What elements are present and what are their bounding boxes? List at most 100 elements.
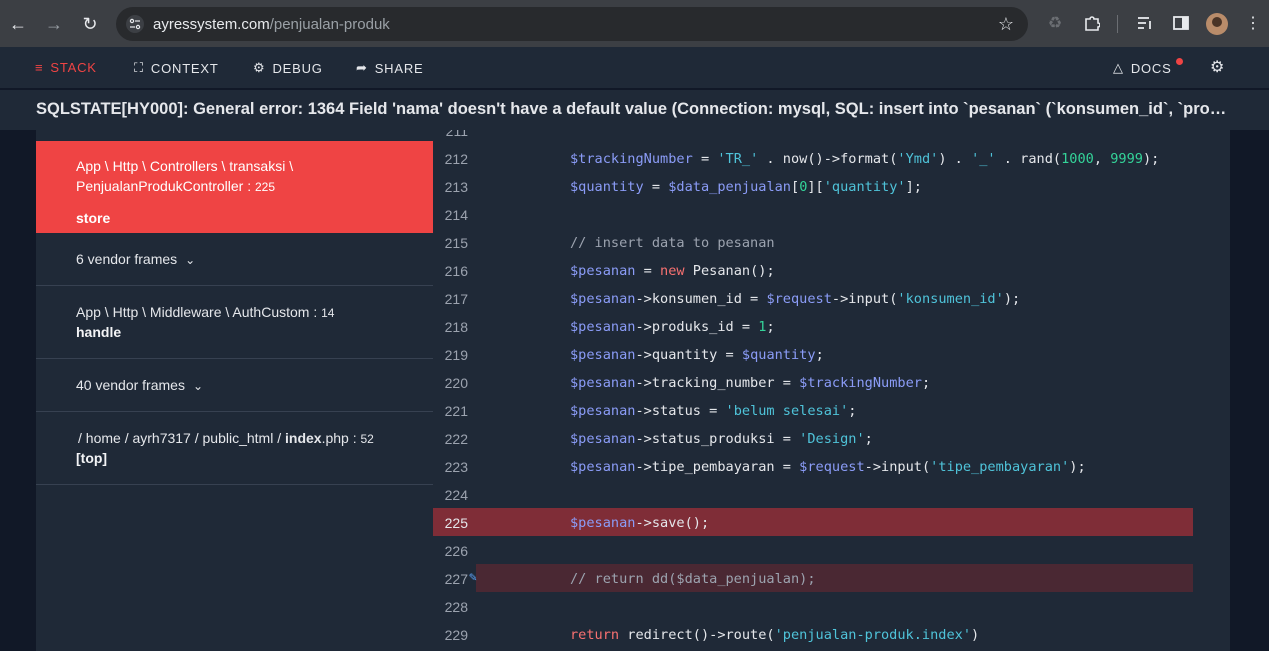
error-page-nav: ≡ STACK ⛶ CONTEXT ⚙ DEBUG ➦ SHARE △ DOCS ⚙ [0,47,1269,89]
line-number[interactable]: 224 [441,487,468,503]
docs-notification-dot [1176,58,1183,65]
code-line: 226 [433,536,1193,564]
tab-stack[interactable]: ≡ STACK [35,60,97,75]
line-number[interactable]: 214 [441,207,468,223]
line-number[interactable]: 213 [441,179,468,195]
browser-menu-icon[interactable]: ⋮ [1242,12,1264,34]
tab-debug[interactable]: ⚙ DEBUG [253,60,323,76]
tab-context-label: CONTEXT [150,60,219,76]
line-source: // insert data to pesanan [570,235,775,251]
line-number[interactable]: 225 [441,515,468,531]
line-number[interactable]: 220 [441,375,468,391]
line-source: $quantity = $data_penjualan[0]['quantity… [570,179,922,195]
reload-icon[interactable]: ↻ [78,12,102,36]
recycle-extension-icon[interactable]: ♻ [1044,12,1066,34]
line-number[interactable]: 211 [441,130,468,139]
side-panel-icon[interactable] [1170,12,1192,34]
line-source: return redirect()->route('penjualan-prod… [570,627,980,643]
bug-icon: ⚙ [253,60,266,75]
pencil-edit-icon[interactable]: ✎ [469,570,477,585]
line-number[interactable]: 218 [441,319,468,335]
chevron-down-icon: ⌄ [185,253,196,267]
vendor-frames-label: 6 vendor frames ⌄ [76,251,196,267]
code-line: 223 $pesanan->tipe_pembayaran = $request-… [433,452,1193,480]
code-line: 227 ✎ // return dd($data_penjualan); [433,564,1193,592]
line-number[interactable]: 226 [441,543,468,559]
tab-stack-label: STACK [50,60,97,75]
expand-icon: ⛶ [134,60,144,75]
line-source: $pesanan = new Pesanan(); [570,263,775,279]
laravel-icon: △ [1113,60,1124,75]
vendor-frames-label: 40 vendor frames ⌄ [76,377,204,393]
line-number[interactable]: 216 [441,263,468,279]
toolbar-separator [1117,15,1118,33]
stack-icon: ≡ [35,60,44,75]
stack-frame-middleware[interactable]: App \ Http \ Middleware \ AuthCustom : 1… [36,286,433,359]
frame-path: / home / ayrh7317 / public_html / index.… [78,430,374,446]
code-line: 212 $trackingNumber = 'TR_' . now()->form… [433,144,1193,172]
code-viewer: 211 212 $trackingNumber = 'TR_' . now()->f… [433,130,1230,651]
bookmark-star-icon[interactable]: ☆ [998,14,1014,35]
tab-share-label: SHARE [374,60,424,76]
code-line: 216 $pesanan = new Pesanan(); [433,256,1193,284]
line-number[interactable]: 219 [441,347,468,363]
line-source: $pesanan->tracking_number = $trackingNum… [570,375,931,391]
settings-gear-icon[interactable]: ⚙ [1210,57,1225,77]
back-icon[interactable]: ← [6,12,30,36]
extensions-puzzle-icon[interactable] [1081,12,1103,34]
frame-class: App \ Http \ Middleware \ AuthCustom : 1… [76,304,335,320]
error-message: SQLSTATE[HY000]: General error: 1364 Fie… [36,100,1231,118]
code-line: 224 [433,480,1193,508]
code-line: 220 $pesanan->tracking_number = $tracking… [433,368,1193,396]
line-number[interactable]: 227 [441,571,468,587]
code-line-highlighted: 225 $pesanan->save(); [433,508,1193,536]
docs-label: DOCS [1130,60,1172,76]
code-line: 222 $pesanan->status_produksi = 'Design'; [433,424,1193,452]
code-line: 219 $pesanan->quantity = $quantity; [433,340,1193,368]
line-source: $pesanan->tipe_pembayaran = $request->in… [570,459,1086,475]
chevron-down-icon: ⌄ [192,379,204,393]
frame-method: handle [76,324,122,340]
line-number[interactable]: 215 [441,235,468,251]
code-line: 211 [433,130,1193,144]
line-number[interactable]: 228 [441,599,468,615]
reading-list-icon[interactable] [1134,12,1156,34]
line-number[interactable]: 217 [441,291,468,307]
code-line: 214 [433,200,1193,228]
line-number[interactable]: 212 [441,151,468,167]
site-settings-icon[interactable] [126,15,144,33]
tab-context[interactable]: ⛶ CONTEXT [134,60,219,76]
code-line: 218 $pesanan->produks_id = 1; [433,312,1193,340]
profile-avatar[interactable] [1206,13,1228,35]
line-number[interactable]: 221 [441,403,468,419]
stack-frame-controller[interactable]: App \ Http \ Controllers \ transaksi \ P… [36,141,433,233]
address-bar[interactable]: ayressystem.com/penjualan-produk ☆ [116,7,1028,41]
line-source: $pesanan->quantity = $quantity; [570,347,824,363]
vendor-frames-toggle[interactable]: 40 vendor frames ⌄ [36,359,433,412]
line-source: // return dd($data_penjualan); [570,571,816,587]
frame-class: App \ Http \ Controllers \ transaksi \ P… [76,158,294,194]
share-icon: ➦ [356,60,368,75]
tab-debug-label: DEBUG [272,60,323,76]
line-source: $trackingNumber = 'TR_' . now()->format(… [570,151,1160,167]
code-line: 229 return redirect()->route('penjualan-p… [433,620,1193,648]
code-line: 228 [433,592,1193,620]
frame-method: [top] [76,450,108,466]
code-line: 221 $pesanan->status = 'belum selesai'; [433,396,1193,424]
tab-share[interactable]: ➦ SHARE [356,60,424,76]
line-number[interactable]: 223 [441,459,468,475]
error-message-bar: SQLSTATE[HY000]: General error: 1364 Fie… [0,90,1269,130]
code-line: 217 $pesanan->konsumen_id = $request->inp… [433,284,1193,312]
url-text: ayressystem.com/penjualan-produk [153,16,390,33]
code-line: 215 // insert data to pesanan [433,228,1193,256]
frame-method: store [76,210,111,226]
stack-frames-panel: App \ Http \ Controllers \ transaksi \ P… [36,130,433,651]
vendor-frames-toggle[interactable]: 6 vendor frames ⌄ [36,233,433,286]
line-number[interactable]: 229 [441,627,468,643]
code-line: 213 $quantity = $data_penjualan[0]['quant… [433,172,1193,200]
docs-link[interactable]: △ DOCS [1113,60,1172,76]
stack-frame-index[interactable]: / home / ayrh7317 / public_html / index.… [36,412,433,485]
line-source: $pesanan->produks_id = 1; [570,319,775,335]
line-number[interactable]: 222 [441,431,468,447]
forward-icon[interactable]: → [42,12,66,36]
